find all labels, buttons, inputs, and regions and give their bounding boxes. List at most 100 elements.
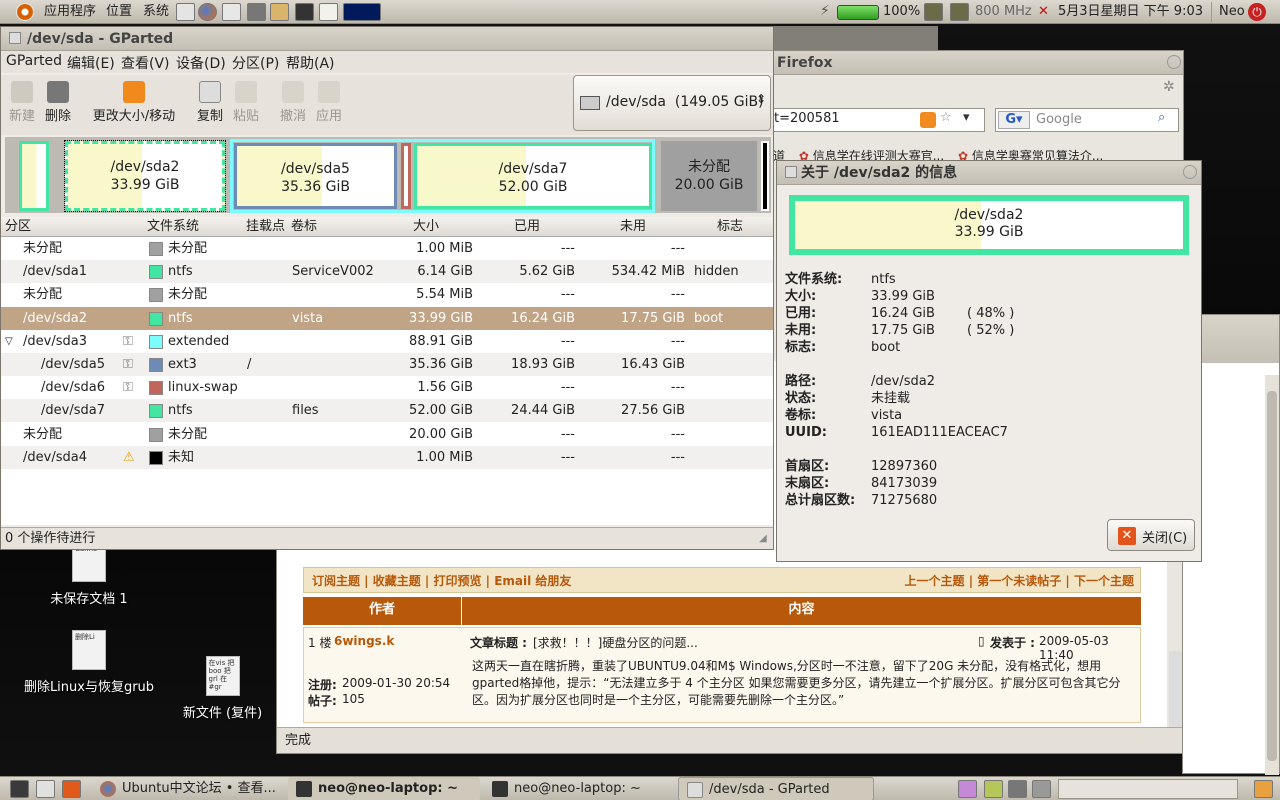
ubuntu-logo-icon[interactable]: [16, 0, 38, 24]
col-used[interactable]: 已用: [514, 217, 540, 237]
search-input[interactable]: Google: [1036, 112, 1082, 127]
shutdown-icon[interactable]: ⏻: [1248, 3, 1266, 21]
apply-button[interactable]: 应用: [312, 75, 346, 124]
map-sda5[interactable]: /dev/sda5 35.36 GiB: [234, 143, 397, 209]
url-bar[interactable]: t=200581 ☆ ▾: [767, 108, 985, 132]
table-row[interactable]: ▽ /dev/sda3 ⚿ extended 88.91 GiB --- ---: [1, 330, 773, 353]
scrollbar[interactable]: [1169, 651, 1183, 727]
menu-system[interactable]: 系统: [143, 0, 169, 24]
search-engine-google-icon[interactable]: G▾: [998, 111, 1030, 129]
cell-mountpoint: /: [247, 357, 252, 372]
network-off-icon[interactable]: ✕: [1038, 0, 1049, 24]
folder-icon[interactable]: [270, 3, 289, 21]
table-row[interactable]: /dev/sda1 ntfs ServiceV002 6.14 GiB 5.62 GiB…: [1, 260, 773, 284]
map-sda4[interactable]: [761, 141, 769, 211]
menu-partition[interactable]: 分区(P): [232, 53, 279, 73]
col-partition[interactable]: 分区: [5, 217, 31, 237]
col-label[interactable]: 卷标: [291, 217, 317, 237]
menu-view[interactable]: 查看(V): [121, 53, 170, 73]
col-flags[interactable]: 标志: [717, 217, 743, 237]
rss-icon[interactable]: [920, 112, 936, 128]
map-sda7[interactable]: /dev/sda7 52.00 GiB: [414, 143, 652, 209]
trash-icon[interactable]: [1254, 780, 1273, 798]
monitor-icon[interactable]: [247, 3, 266, 21]
post-author[interactable]: 6wings.k: [334, 634, 394, 648]
tray-icon[interactable]: [1008, 780, 1027, 798]
gparted-launcher-icon[interactable]: [222, 3, 241, 21]
taskbar-terminal-1[interactable]: neo@neo-laptop: ~: [288, 777, 480, 800]
url-dropdown-icon[interactable]: ▾: [963, 110, 970, 125]
table-row[interactable]: /dev/sda7 ntfs files 52.00 GiB 24.44 GiB 27.5…: [1, 399, 773, 423]
map-unallocated[interactable]: 未分配 20.00 GiB: [661, 141, 757, 211]
desktop-icon-new-file[interactable]: 在vis 把boo 把grl 在#gr 新文件 (复件): [170, 656, 275, 721]
thread-links-left[interactable]: 订阅主题 | 收藏主题 | 打印预览 | Email 给朋友: [312, 572, 571, 589]
desktop-icon-unsaved-doc[interactable]: Canno 未保存文档 1: [30, 542, 148, 607]
col-size[interactable]: 大小: [413, 217, 439, 237]
key-icon: ⚿: [123, 333, 133, 349]
menu-edit[interactable]: 编辑(E): [67, 53, 115, 73]
table-row[interactable]: 未分配 未分配 20.00 GiB --- ---: [1, 423, 773, 446]
table-row[interactable]: /dev/sda6 ⚿ linux-swap 1.56 GiB --- ---: [1, 376, 773, 399]
calculator-icon[interactable]: [36, 780, 55, 798]
menu-gparted[interactable]: GParted: [6, 53, 62, 69]
resize-button[interactable]: 更改大小/移动: [89, 75, 179, 124]
table-row[interactable]: 未分配 未分配 1.00 MiB --- ---: [1, 237, 773, 260]
top-panel: 应用程序 位置 系统 ⚡ 100% 800 MHz ✕ 5月3日星期日 下午 9…: [0, 0, 1280, 24]
tray-icon[interactable]: [1032, 780, 1051, 798]
device-selector[interactable]: /dev/sda (149.05 GiB) ⇕: [573, 75, 771, 131]
gparted-title[interactable]: /dev/sda - GParted: [1, 27, 773, 51]
terminal-icon[interactable]: [295, 3, 314, 21]
text-editor-icon[interactable]: [319, 3, 338, 21]
taskbar-terminal-2[interactable]: neo@neo-laptop: ~: [484, 777, 674, 800]
tray-icon[interactable]: [984, 780, 1003, 798]
scrollbar-thumb[interactable]: [1267, 391, 1277, 761]
firefox-icon[interactable]: [198, 3, 217, 21]
table-row[interactable]: /dev/sda2 ntfs vista 33.99 GiB 16.24 GiB 17.7…: [1, 306, 773, 330]
undo-button[interactable]: 撤消: [276, 75, 310, 124]
table-row[interactable]: /dev/sda4 ⚠ 未知 1.00 MiB --- ---: [1, 445, 773, 469]
delete-button[interactable]: 删除: [41, 75, 75, 124]
close-button[interactable]: ✕ 关闭(C): [1107, 519, 1195, 551]
undo-icon: [282, 81, 304, 103]
copy-button[interactable]: 复制: [193, 75, 227, 124]
taskbar-firefox[interactable]: Ubuntu中文论坛 • 查看...: [92, 777, 284, 800]
taskbar-gparted[interactable]: /dev/sda - GParted: [678, 777, 874, 800]
menu-applications[interactable]: 应用程序: [44, 0, 96, 24]
window-close-icon[interactable]: [1167, 55, 1181, 69]
table-row[interactable]: /dev/sda5 ⚿ ext3 / 35.36 GiB 18.93 GiB 16.43 G…: [1, 353, 773, 376]
col-mountpoint[interactable]: 挂载点: [246, 217, 285, 237]
window-close-icon[interactable]: [1183, 165, 1197, 179]
scrollbar[interactable]: [1265, 375, 1279, 775]
col-filesystem[interactable]: 文件系统: [147, 217, 199, 237]
info-title[interactable]: 关于 /dev/sda2 的信息: [777, 161, 1201, 185]
map-sda2[interactable]: /dev/sda2 33.99 GiB: [64, 140, 226, 212]
menu-help[interactable]: 帮助(A): [286, 53, 335, 73]
search-icon[interactable]: ⌕: [1158, 110, 1165, 125]
menu-places[interactable]: 位置: [106, 0, 132, 24]
show-desktop-icon[interactable]: [10, 780, 29, 798]
search-bar[interactable]: G▾ Google ⌕: [995, 108, 1179, 132]
resize-grip-icon[interactable]: ◢: [759, 533, 767, 544]
bookmark-star-icon[interactable]: ☆: [940, 110, 952, 125]
new-button[interactable]: 新建: [5, 75, 39, 124]
menu-device[interactable]: 设备(D): [176, 53, 226, 73]
cpu-frequency[interactable]: 800 MHz: [975, 0, 1032, 24]
mail-icon[interactable]: [176, 3, 195, 21]
thread-links-right[interactable]: 上一个主题 | 第一个未读帖子 | 下一个主题: [905, 572, 1134, 589]
clock[interactable]: 5月3日星期日 下午 9:03: [1058, 0, 1203, 24]
expander-icon[interactable]: ▽: [5, 330, 13, 353]
prop-value: /dev/sda2: [871, 374, 935, 389]
screenshot-icon[interactable]: [62, 780, 81, 798]
paste-button[interactable]: 粘贴: [229, 75, 263, 124]
table-row[interactable]: 未分配 未分配 5.54 MiB --- ---: [1, 283, 773, 306]
col-unused[interactable]: 未用: [620, 217, 646, 237]
user-name[interactable]: Neo: [1219, 0, 1245, 24]
desktop-icon-delete-linux[interactable]: 删除Li 删除Linux与恢复grub: [14, 630, 164, 695]
map-sda1[interactable]: [19, 141, 49, 211]
workspace-switcher-icon[interactable]: [958, 780, 977, 798]
battery-icon[interactable]: [837, 5, 879, 20]
workspace-switcher[interactable]: [1058, 779, 1238, 799]
panel-separator: [1211, 2, 1212, 22]
map-sda6[interactable]: [401, 143, 411, 209]
cell-filesystem: 未分配: [168, 287, 208, 303]
